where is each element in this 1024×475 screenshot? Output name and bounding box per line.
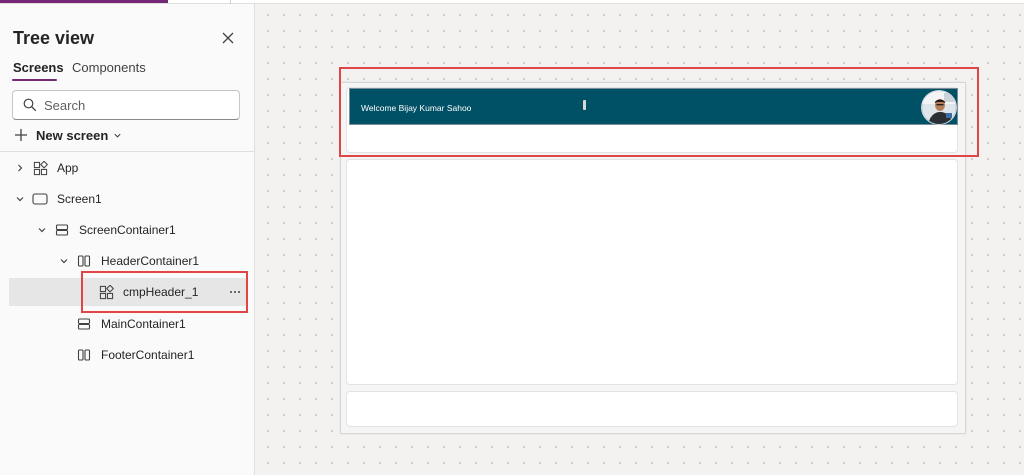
footer-container-preview[interactable]	[346, 391, 958, 427]
tree-label-main-container: MainContainer1	[101, 317, 186, 331]
search-icon	[23, 98, 37, 112]
horizontal-container-icon	[77, 349, 91, 361]
pane-divider	[0, 151, 254, 152]
app-icon	[33, 160, 48, 175]
chevron-down-icon[interactable]	[59, 256, 69, 266]
tab-components[interactable]: Components	[72, 60, 146, 75]
active-tab-underline	[12, 79, 57, 81]
new-screen-label: New screen	[36, 127, 109, 143]
new-screen-button[interactable]: New screen	[14, 126, 122, 144]
pane-title: Tree view	[13, 28, 95, 48]
tree-item-main-container[interactable]: MainContainer1	[0, 310, 254, 338]
close-icon	[222, 32, 234, 44]
tree-label-cmp-header: cmpHeader_1	[123, 285, 199, 299]
vertical-container-icon	[77, 318, 91, 330]
tree-item-screen1[interactable]: Screen1	[0, 185, 254, 213]
tree-item-header-container[interactable]: HeaderContainer1	[0, 247, 254, 275]
more-icon	[230, 291, 232, 293]
cmp-header-bar[interactable]: Welcome Bijay Kumar Sahoo	[349, 88, 958, 125]
chevron-down-icon[interactable]	[15, 194, 25, 204]
text-cursor-mark	[583, 100, 586, 110]
tree-label-screen1: Screen1	[57, 192, 102, 206]
search-box[interactable]	[12, 90, 240, 120]
avatar	[921, 90, 957, 125]
close-pane-button[interactable]	[218, 28, 238, 48]
vertical-container-icon	[55, 224, 69, 236]
plus-icon	[15, 129, 27, 141]
horizontal-container-icon	[77, 255, 91, 267]
tab-screens[interactable]: Screens	[13, 60, 64, 75]
tree-label-screen-container: ScreenContainer1	[79, 223, 176, 237]
chevron-down-icon	[114, 133, 121, 138]
welcome-text: Welcome Bijay Kumar Sahoo	[361, 103, 472, 113]
component-icon	[99, 284, 114, 299]
tree-item-cmp-header[interactable]: cmpHeader_1	[9, 278, 246, 306]
main-container-preview[interactable]	[346, 159, 958, 385]
tree-label-footer-container: FooterContainer1	[101, 348, 195, 362]
tree-label-header-container: HeaderContainer1	[101, 254, 200, 268]
chevron-right-icon[interactable]	[15, 163, 25, 173]
search-input[interactable]	[44, 96, 234, 114]
tree-item-footer-container[interactable]: FooterContainer1	[0, 341, 254, 369]
tree-label-app: App	[57, 161, 79, 175]
tree-view-pane: Tree view Screens Components New screen …	[0, 4, 255, 475]
screen-icon	[32, 193, 48, 205]
chevron-down-icon[interactable]	[37, 225, 47, 235]
tree-item-screen-container[interactable]: ScreenContainer1	[0, 216, 254, 244]
tree-item-app[interactable]: App	[0, 154, 254, 182]
profile-photo	[922, 91, 956, 124]
more-options-button[interactable]	[225, 284, 245, 300]
active-indicator	[0, 0, 168, 3]
